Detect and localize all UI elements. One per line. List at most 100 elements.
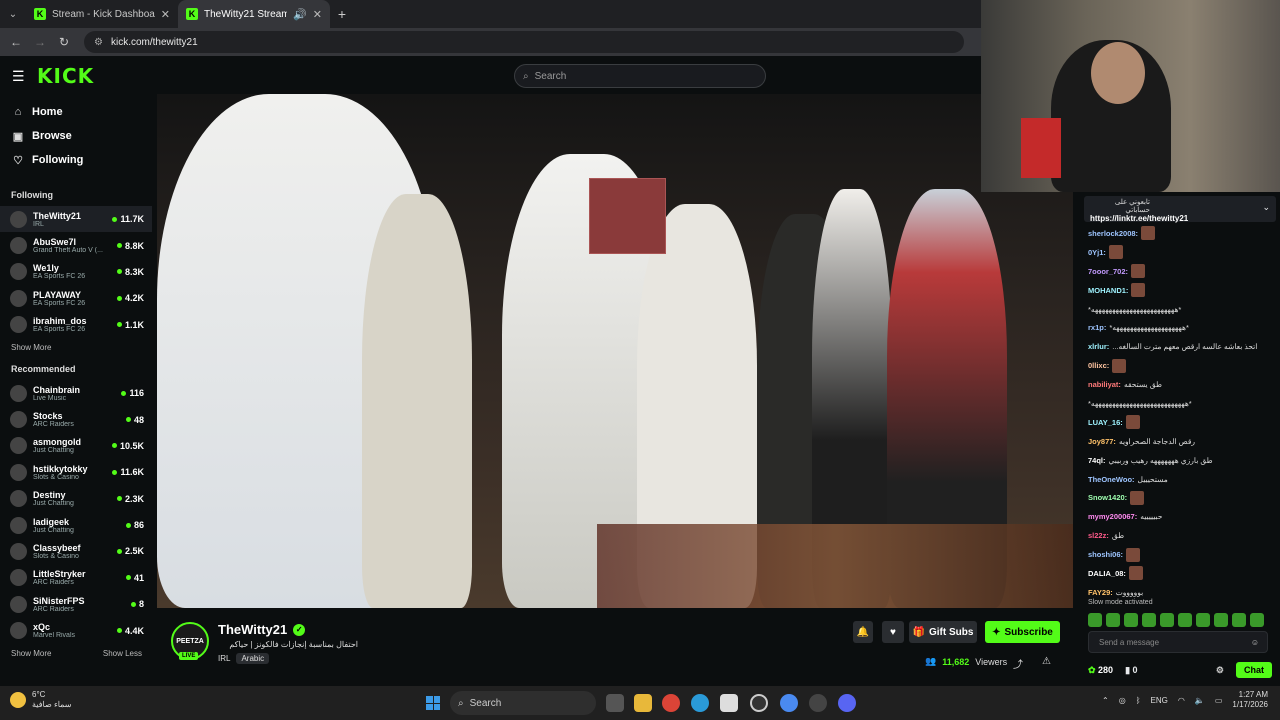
app-icon[interactable] [809,694,827,712]
sidebar-channel-item[interactable]: hstikkytokky Slots & Casino 11.6K [0,459,152,485]
reload-icon[interactable]: ↻ [56,35,72,49]
bluetooth-icon[interactable]: ᛒ [1136,696,1141,705]
weather-widget[interactable]: 6°C سماء صافية [10,690,72,709]
pinned-message[interactable]: تابعوني على حساباتي https://linktr.ee/th… [1084,196,1276,223]
chevron-down-icon[interactable]: ⌄ [1262,202,1270,213]
sidebar-channel-item[interactable]: asmongold Just Chatting 10.5K [0,433,152,459]
emote-icon[interactable] [1250,613,1264,627]
chrome-icon[interactable] [662,694,680,712]
chat-username[interactable]: 74ql: [1088,456,1106,465]
gift-subs-button[interactable]: 🎁 Gift Subs [909,621,977,643]
search-input[interactable]: ⌕ Search [514,64,766,88]
tab-thewitty21-stream[interactable]: K TheWitty21 Stream - Watch 🔊 ✕ [178,0,330,28]
chat-username[interactable]: 0Yj1: [1088,248,1106,257]
nav-following[interactable]: ♡ Following [0,148,152,172]
obs-icon[interactable] [750,694,768,712]
nav-browse[interactable]: ▣ Browse [0,124,152,148]
chat-username[interactable]: mymy200067: [1088,512,1137,521]
emote-icon[interactable] [1106,613,1120,627]
windows-start-icon[interactable] [426,696,440,710]
emote-icon[interactable] [1088,613,1102,627]
video-player[interactable] [157,94,1073,608]
sidebar-channel-item[interactable]: ladigeek Just Chatting 86 [0,512,152,538]
edge-icon[interactable] [691,694,709,712]
chat-username[interactable]: sl22z: [1088,531,1109,540]
follow-heart-button[interactable]: ♥ [882,621,904,643]
clock[interactable]: 1:27 AM 1/17/2026 [1232,690,1268,711]
chat-username[interactable]: shoshi06: [1088,550,1123,559]
url-field[interactable]: ⚙ kick.com/thewitty21 [84,31,964,53]
chat-username[interactable]: 7ooor_702: [1088,267,1128,276]
notification-bell-button[interactable]: 🔔 [853,621,873,643]
site-info-icon[interactable]: ⚙ [94,37,103,48]
discord-icon[interactable] [838,694,856,712]
pinned-link[interactable]: https://linktr.ee/thewitty21 [1090,214,1270,223]
menu-hamburger-icon[interactable]: ☰ [12,68,25,85]
sidebar-channel-item[interactable]: xQc Marvel Rivals 4.4K [0,617,152,643]
report-icon[interactable]: ⚠ [1042,656,1051,667]
chat-username[interactable]: TheOneWoo: [1088,475,1135,484]
sidebar-channel-item[interactable]: LittleStryker ARC Raiders 41 [0,565,152,591]
emote-icon[interactable] [1214,613,1228,627]
send-message-input[interactable]: Send a message ☺ [1088,631,1268,653]
chrome-icon[interactable] [780,694,798,712]
tab-search-icon[interactable]: ⌄ [0,0,26,28]
volume-icon[interactable]: 🔈 [1195,696,1205,705]
battery-icon[interactable]: ▭ [1215,696,1223,705]
back-arrow-icon[interactable]: ← [8,35,24,49]
sidebar-channel-item[interactable]: Chainbrain Live Music 116 [0,380,152,406]
chat-username[interactable]: xlrlur: [1088,342,1109,351]
sidebar-channel-item[interactable]: Stocks ARC Raiders 48 [0,406,152,432]
nav-home[interactable]: ⌂ Home [0,100,152,124]
sidebar-channel-item[interactable]: We1ly EA Sports FC 26 8.3K [0,259,152,285]
sidebar-channel-item[interactable]: SiNisterFPS ARC Raiders 8 [0,591,152,617]
show-more-button[interactable]: Show More [11,649,51,658]
subscribe-button[interactable]: ✦ Subscribe [985,621,1060,643]
category-link[interactable]: IRL [218,654,230,663]
new-tab-button[interactable]: + [330,6,354,22]
chat-settings-icon[interactable]: ⚙ [1216,665,1224,676]
close-icon[interactable]: ✕ [313,8,322,21]
store-icon[interactable] [720,694,738,712]
chat-username[interactable]: FAY29: [1088,588,1113,597]
emote-icon[interactable] [1142,613,1156,627]
show-more-following[interactable]: Show More [0,338,152,358]
chat-username[interactable]: Snow1420: [1088,493,1127,502]
language-indicator[interactable]: ENG [1151,696,1168,705]
emote-icon[interactable] [1160,613,1174,627]
forward-arrow-icon[interactable]: → [32,35,48,49]
chat-username[interactable]: Joy877: [1088,437,1116,446]
network-icon[interactable]: ◎ [1119,696,1126,705]
wifi-icon[interactable]: ◠ [1178,696,1185,705]
channel-name[interactable]: TheWitty21 ✓ [218,622,306,637]
emoji-picker-icon[interactable]: ☺ [1251,638,1259,647]
language-tag[interactable]: Arabic [236,653,270,664]
sidebar-channel-item[interactable]: AbuSwe7l Grand Theft Auto V (... 8.8K [0,232,152,258]
sidebar-channel-item[interactable]: Destiny Just Chatting 2.3K [0,486,152,512]
taskbar-search[interactable]: ⌕ Search [450,691,596,715]
emote-icon[interactable] [1124,613,1138,627]
emote-icon[interactable] [1232,613,1246,627]
chat-username[interactable]: MOHAND1: [1088,286,1128,295]
chat-username[interactable]: nabiliyat: [1088,380,1121,389]
chat-username[interactable]: DALIA_08: [1088,569,1126,578]
show-less-button[interactable]: Show Less [103,649,142,658]
channel-points[interactable]: ✿ 280 [1088,665,1113,676]
tab-kick-dashboard[interactable]: K Stream - Kick Dashboard ✕ [26,0,178,28]
chat-send-button[interactable]: Chat [1236,662,1272,678]
sidebar-channel-item[interactable]: PLAYAWAY EA Sports FC 26 4.2K [0,285,152,311]
kick-logo[interactable]: KICK [37,64,94,88]
speaker-icon[interactable]: 🔊 [293,8,307,21]
sidebar-channel-item[interactable]: TheWitty21 IRL 11.7K [0,206,152,233]
emote-icon[interactable] [1196,613,1210,627]
chevron-up-icon[interactable]: ⌃ [1102,696,1109,705]
chat-username[interactable]: sherlock2008: [1088,229,1138,238]
file-explorer-icon[interactable] [634,694,652,712]
task-view-icon[interactable] [606,694,624,712]
emote-icon[interactable] [1178,613,1192,627]
share-icon[interactable]: ⤴ [1013,656,1023,671]
close-icon[interactable]: ✕ [161,8,170,21]
chat-username[interactable]: LUAY_16: [1088,418,1123,427]
sidebar-channel-item[interactable]: ibrahim_dos EA Sports FC 26 1.1K [0,312,152,338]
subs-count[interactable]: ▮ 0 [1125,665,1137,676]
